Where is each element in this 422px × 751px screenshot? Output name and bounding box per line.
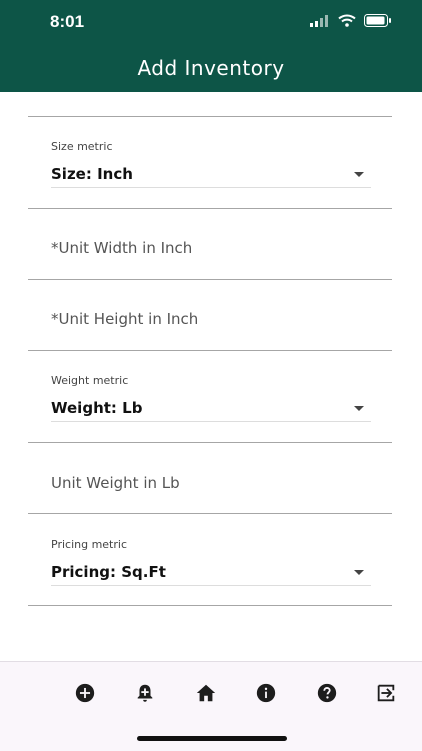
chevron-down-icon[interactable] [354, 406, 364, 411]
signal-icon [310, 14, 328, 27]
weight-metric-label: Weight metric [51, 374, 129, 387]
divider [28, 116, 392, 117]
divider [28, 279, 392, 280]
chevron-down-icon[interactable] [354, 570, 364, 575]
divider [28, 513, 392, 514]
unit-weight-input[interactable]: Unit Weight in Lb [51, 474, 180, 492]
size-metric-value[interactable]: Size: Inch [51, 165, 133, 183]
home-indicator[interactable] [137, 736, 287, 741]
divider [28, 208, 392, 209]
select-underline [51, 421, 371, 422]
size-metric-label: Size metric [51, 140, 113, 153]
select-underline [51, 187, 371, 188]
status-time: 8:01 [50, 12, 85, 31]
divider [28, 605, 392, 606]
info-icon[interactable] [255, 682, 277, 704]
chevron-down-icon[interactable] [354, 172, 364, 177]
weight-metric-value[interactable]: Weight: Lb [51, 399, 142, 417]
divider [28, 442, 392, 443]
battery-icon [364, 14, 391, 27]
add-circle-icon[interactable] [74, 682, 96, 704]
home-icon[interactable] [195, 682, 217, 704]
page-title: Add Inventory [137, 56, 285, 80]
add-alert-icon[interactable] [134, 682, 156, 704]
unit-width-input[interactable]: *Unit Width in Inch [51, 239, 192, 257]
app-header: 8:01 Add Inventory [0, 0, 422, 92]
pricing-metric-label: Pricing metric [51, 538, 127, 551]
select-underline [51, 585, 371, 586]
divider [28, 350, 392, 351]
logout-icon[interactable] [375, 682, 397, 704]
wifi-icon [338, 14, 356, 27]
unit-height-input[interactable]: *Unit Height in Inch [51, 310, 198, 328]
help-icon[interactable] [316, 682, 338, 704]
status-icons [310, 14, 392, 27]
pricing-metric-value[interactable]: Pricing: Sq.Ft [51, 563, 166, 581]
